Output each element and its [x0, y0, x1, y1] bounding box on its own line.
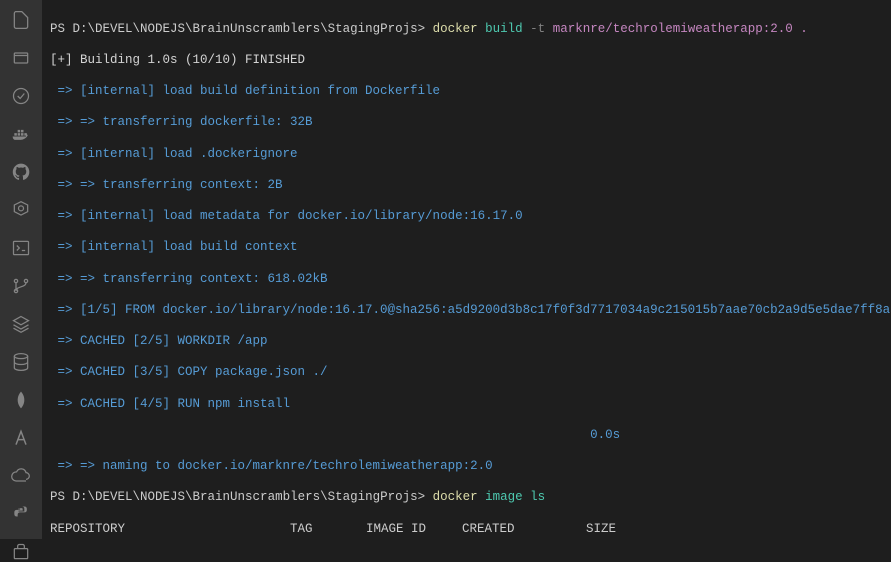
output-line: => [internal] load metadata for docker.i…: [50, 209, 883, 225]
kubernetes-icon[interactable]: [10, 200, 32, 220]
branch-icon[interactable]: [10, 276, 32, 296]
table-header: REPOSITORYTAGIMAGE IDCREATEDSIZE: [50, 522, 883, 538]
output-line: => => naming to docker.io/marknre/techro…: [50, 459, 883, 475]
output-line: => => transferring context: 2B: [50, 178, 883, 194]
output-line: => => transferring dockerfile: 32B: [50, 115, 883, 131]
file-icon[interactable]: [10, 10, 32, 30]
layers-icon[interactable]: [10, 314, 32, 334]
output-line: => [1/5] FROM docker.io/library/node:16.…: [50, 303, 883, 319]
database-icon[interactable]: [10, 352, 32, 372]
github-icon[interactable]: [10, 162, 32, 182]
prompt-line: PS D:\DEVEL\NODEJS\BrainUnscramblers\Sta…: [50, 22, 883, 38]
cloud-icon[interactable]: [10, 466, 32, 486]
output-line: => CACHED [4/5] RUN npm install: [50, 397, 883, 413]
project-icon[interactable]: [10, 542, 32, 562]
docker-icon[interactable]: [10, 124, 32, 144]
files-icon[interactable]: [10, 48, 32, 68]
output-line: => [internal] load build definition from…: [50, 84, 883, 100]
output-line: => => transferring context: 618.02kB: [50, 272, 883, 288]
output-line: => [internal] load build context: [50, 240, 883, 256]
terminal-icon[interactable]: [10, 238, 32, 258]
terminal-panel[interactable]: PS D:\DEVEL\NODEJS\BrainUnscramblers\Sta…: [42, 0, 891, 539]
output-line: [+] Building 1.0s (10/10) FINISHED: [50, 53, 883, 69]
python-icon[interactable]: [10, 504, 32, 524]
activity-bar: [0, 0, 42, 539]
prompt-line: PS D:\DEVEL\NODEJS\BrainUnscramblers\Sta…: [50, 490, 883, 506]
output-line: => CACHED [2/5] WORKDIR /app: [50, 334, 883, 350]
output-line: => [internal] load .dockerignore: [50, 147, 883, 163]
docker-outline-icon[interactable]: [10, 86, 32, 106]
mongodb-icon[interactable]: [10, 390, 32, 410]
output-line: 0.0s: [50, 428, 883, 444]
letter-a-icon[interactable]: [10, 428, 32, 448]
output-line: => CACHED [3/5] COPY package.json ./: [50, 365, 883, 381]
